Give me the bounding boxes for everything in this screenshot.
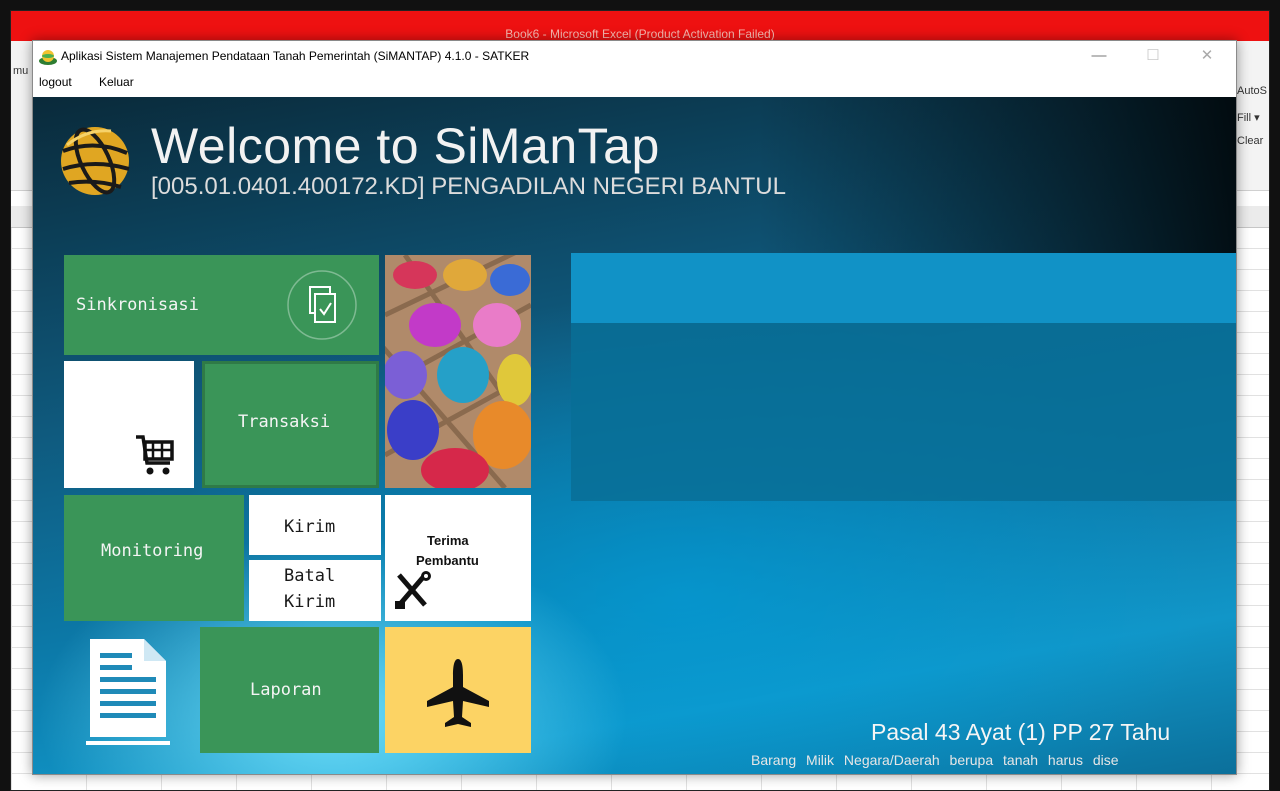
tile-monitoring[interactable]: Monitoring — [64, 495, 244, 621]
window-title: Aplikasi Sistem Manajemen Pendataan Tana… — [61, 49, 530, 63]
simantap-window: Aplikasi Sistem Manajemen Pendataan Tana… — [32, 40, 1237, 775]
shopping-cart-icon — [136, 435, 174, 475]
titlebar: Aplikasi Sistem Manajemen Pendataan Tana… — [33, 41, 1236, 73]
info-panel-body — [571, 323, 1236, 501]
app-icon — [39, 50, 57, 65]
tile-transaksi[interactable]: Transaksi — [202, 361, 379, 488]
maximize-button[interactable]: ☐ — [1130, 41, 1176, 73]
menu-keluar[interactable]: Keluar — [99, 75, 134, 89]
tile-batal-kirim-label: Kirim — [284, 592, 336, 612]
welcome-heading: Welcome to SiManTap — [151, 118, 660, 174]
excel-ribbon-label: mu — [13, 65, 29, 77]
tile-document[interactable] — [64, 627, 194, 753]
tile-kirim-label: Kirim — [284, 517, 336, 537]
globe-logo — [61, 127, 130, 195]
tile-laporan[interactable]: Laporan — [200, 627, 379, 753]
tile-monitoring-label: Monitoring — [101, 541, 204, 561]
airplane-icon — [427, 659, 489, 727]
excel-fill[interactable]: Fill ▾ — [1237, 111, 1260, 124]
menubar — [33, 73, 1236, 95]
law-title: Pasal 43 Ayat (1) PP 27 Tahu — [871, 719, 1171, 745]
tile-kirim[interactable]: Kirim — [249, 495, 381, 555]
main-content: Welcome to SiManTap [005.01.0401.400172.… — [33, 97, 1236, 774]
tile-laporan-label: Laporan — [250, 680, 322, 700]
tile-terima-pembantu[interactable]: Terima Pembantu — [385, 495, 531, 621]
excel-titlebar: Book6 - Microsoft Excel (Product Activat… — [11, 11, 1269, 41]
tile-batal-kirim[interactable]: Batal Kirim — [249, 560, 381, 621]
copy-check-icon — [287, 270, 357, 340]
document-icon — [86, 639, 170, 745]
tile-sinkronisasi[interactable]: Sinkronisasi — [64, 255, 379, 355]
excel-autosum[interactable]: AutoS — [1237, 85, 1267, 97]
tile-airplane[interactable] — [385, 627, 531, 753]
tile-cart[interactable] — [64, 361, 194, 488]
tile-batal-label: Batal — [284, 566, 336, 586]
organization-line: [005.01.0401.400172.KD] PENGADILAN NEGER… — [151, 173, 786, 200]
tile-terima-label: Terima — [427, 533, 469, 548]
tile-sinkronisasi-label: Sinkronisasi — [76, 295, 199, 315]
close-button[interactable]: ✕ — [1184, 41, 1230, 73]
wrench-screwdriver-icon — [395, 571, 431, 609]
tile-transaksi-label: Transaksi — [238, 412, 331, 432]
tile-pembantu-label: Pembantu — [416, 553, 479, 568]
law-subtitle: Barang Milik Negara/Daerah berupa tanah … — [751, 752, 1119, 768]
excel-clear[interactable]: Clear — [1237, 135, 1263, 147]
menu-logout[interactable]: logout — [39, 75, 72, 89]
colored-powder-image — [385, 255, 531, 488]
info-panel-header — [571, 253, 1236, 323]
minimize-button[interactable]: — — [1076, 41, 1122, 73]
excel-title: Book6 - Microsoft Excel (Product Activat… — [505, 27, 775, 41]
